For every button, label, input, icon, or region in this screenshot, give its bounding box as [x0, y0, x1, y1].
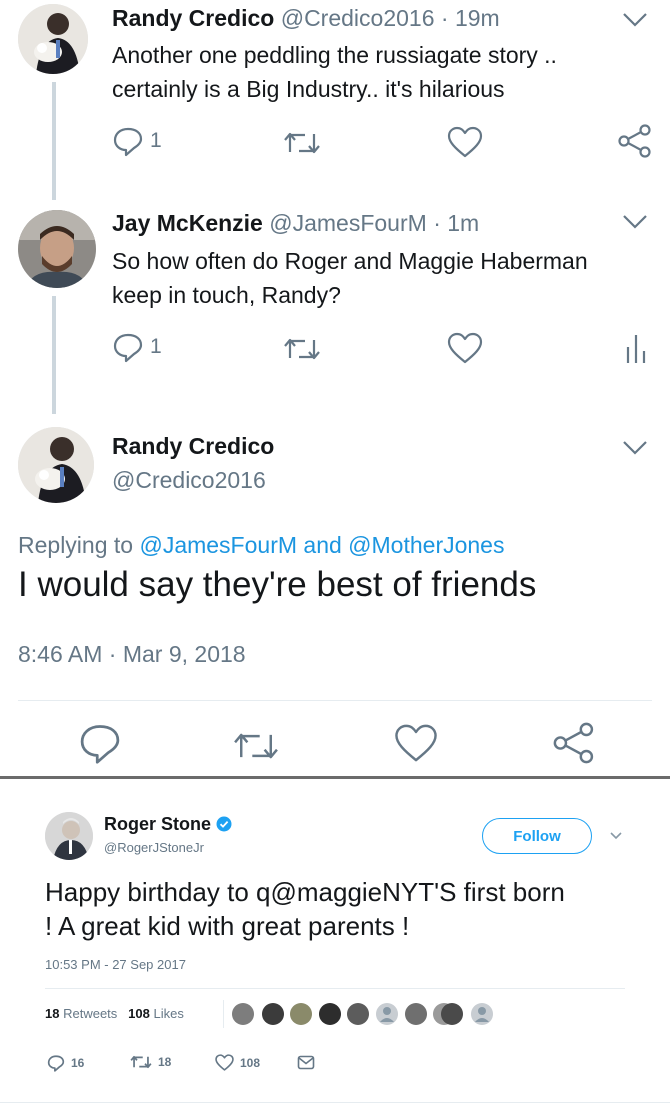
screenshot-divider: [0, 776, 670, 779]
tweet-header: Randy Credico @Credico2016 · 19m: [112, 5, 500, 32]
liker-avatar[interactable]: [262, 1003, 284, 1025]
display-name[interactable]: Jay McKenzie: [112, 210, 263, 236]
tweet-stats: 18 Retweets 108 Likes: [45, 1006, 184, 1021]
liker-avatar[interactable]: [376, 1003, 398, 1025]
like-icon[interactable]: [447, 126, 483, 158]
thread-line: [52, 82, 56, 200]
reply-button[interactable]: 1: [112, 331, 162, 363]
reply-icon: [113, 127, 143, 157]
reply-button[interactable]: 16: [47, 1054, 84, 1072]
liker-avatar[interactable]: [405, 1003, 427, 1025]
avatar[interactable]: [18, 210, 96, 288]
divider: [223, 1000, 224, 1028]
mention-link[interactable]: @JamesFourM: [139, 532, 297, 558]
tweet-time[interactable]: · 19m: [441, 5, 500, 31]
tweet-text: I would say they're best of friends: [18, 565, 537, 604]
tweet-time[interactable]: · 1m: [433, 210, 479, 236]
share-icon[interactable]: [618, 124, 652, 158]
liker-avatar[interactable]: [290, 1003, 312, 1025]
like-icon[interactable]: [447, 332, 483, 364]
retweet-stat[interactable]: 18 Retweets: [45, 1006, 117, 1021]
liker-avatar[interactable]: [471, 1003, 493, 1025]
retweet-icon: [130, 1055, 152, 1069]
dm-icon[interactable]: [297, 1055, 315, 1070]
mention-link[interactable]: @MotherJones: [348, 532, 504, 558]
avatar[interactable]: [18, 427, 94, 503]
avatar[interactable]: [18, 4, 88, 74]
tweet-text: Another one peddling the russiagate stor…: [112, 42, 557, 102]
liker-avatar[interactable]: [232, 1003, 254, 1025]
reply-icon[interactable]: [78, 721, 122, 765]
retweet-icon[interactable]: [232, 730, 280, 762]
verified-icon: [216, 816, 232, 832]
divider: [18, 700, 652, 701]
thread-line: [52, 296, 56, 414]
reply-icon: [47, 1055, 65, 1072]
tweet-timestamp[interactable]: 10:53 PM - 27 Sep 2017: [45, 957, 186, 972]
reply-button[interactable]: 1: [112, 125, 162, 157]
chevron-down-icon[interactable]: [609, 831, 623, 841]
reply-count: 1: [150, 129, 162, 152]
liker-avatar[interactable]: [441, 1003, 463, 1025]
chevron-down-icon[interactable]: [621, 438, 649, 458]
display-name[interactable]: Randy Credico: [112, 433, 274, 460]
like-button[interactable]: 108: [215, 1054, 260, 1071]
handle[interactable]: @Credico2016: [112, 467, 266, 494]
analytics-icon[interactable]: [625, 333, 647, 363]
handle[interactable]: @RogerJStoneJr: [104, 840, 204, 855]
display-name: Roger Stone: [104, 814, 232, 835]
replying-to: Replying to @JamesFourM and @MotherJones: [18, 532, 505, 558]
divider: [0, 1102, 670, 1103]
divider: [45, 988, 625, 989]
reply-icon: [113, 333, 143, 363]
retweet-icon[interactable]: [283, 130, 321, 156]
chevron-down-icon[interactable]: [621, 10, 649, 30]
retweet-icon[interactable]: [283, 336, 321, 362]
like-stat[interactable]: 108 Likes: [128, 1006, 184, 1021]
tweet-header: Jay McKenzie @JamesFourM · 1m: [112, 210, 479, 237]
tweet-text: Happy birthday to q@maggieNYT'S first bo…: [45, 877, 565, 941]
handle[interactable]: @JamesFourM: [269, 210, 427, 236]
like-icon: [215, 1054, 234, 1071]
retweet-button[interactable]: 18: [130, 1054, 171, 1070]
share-icon[interactable]: [553, 722, 595, 764]
chevron-down-icon[interactable]: [621, 212, 649, 232]
like-icon[interactable]: [394, 723, 438, 763]
follow-button[interactable]: Follow: [482, 818, 592, 854]
avatar[interactable]: [45, 812, 93, 860]
reply-count: 1: [150, 335, 162, 358]
tweet-text: So how often do Roger and Maggie Haberma…: [112, 248, 588, 308]
liker-avatar[interactable]: [319, 1003, 341, 1025]
handle[interactable]: @Credico2016: [281, 5, 435, 31]
liker-avatar[interactable]: [347, 1003, 369, 1025]
tweet-timestamp[interactable]: 8:46 AM · Mar 9, 2018: [18, 641, 246, 668]
display-name[interactable]: Randy Credico: [112, 5, 274, 31]
